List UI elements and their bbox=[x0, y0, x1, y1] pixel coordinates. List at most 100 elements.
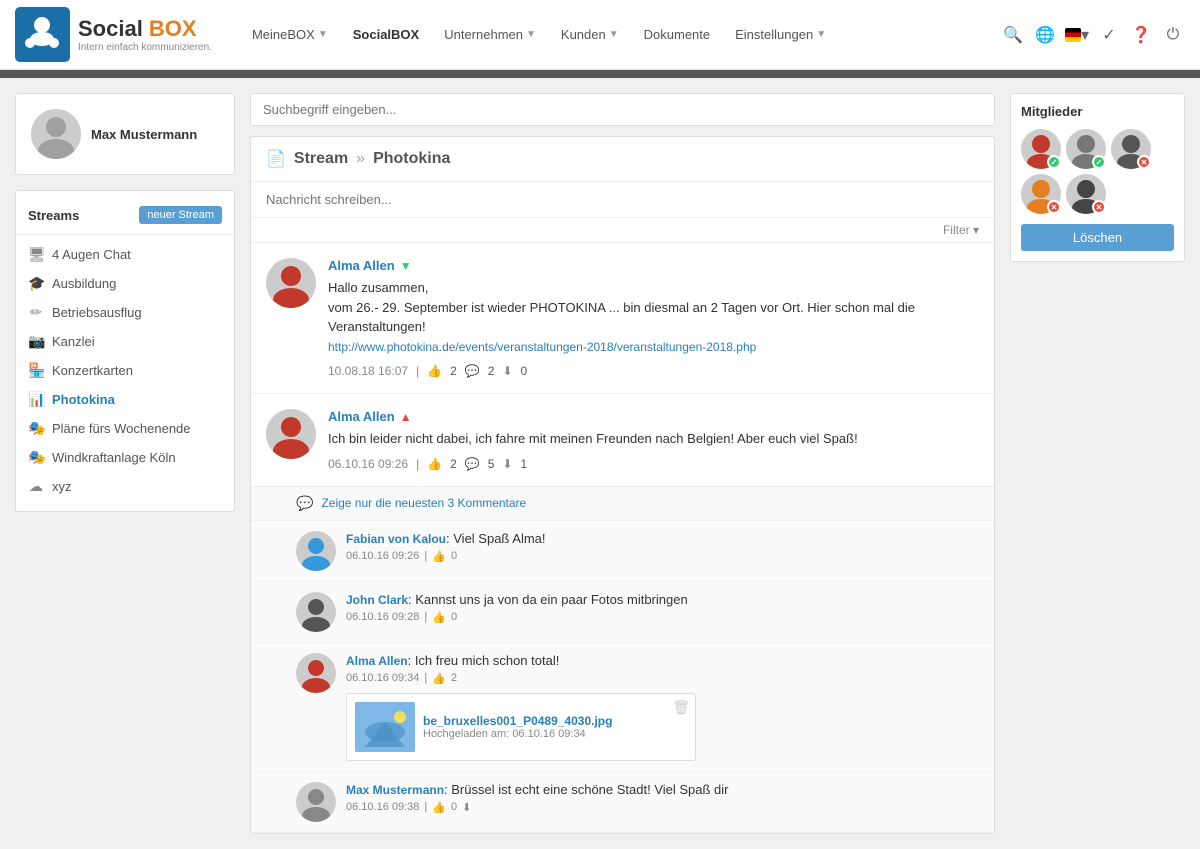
comment-like-icon-2[interactable]: 👍 bbox=[432, 611, 446, 624]
post-content-2: Alma Allen ▲ Ich bin leider nicht dabei,… bbox=[328, 409, 979, 471]
post-author-1: Alma Allen ▼ bbox=[328, 258, 979, 273]
top-nav: Social BOX Intern einfach kommunizieren.… bbox=[0, 0, 1200, 70]
show-comments-bar[interactable]: 💬 Zeige nur die neuesten 3 Kommentare bbox=[251, 487, 994, 521]
streams-header: Streams neuer Stream bbox=[16, 201, 234, 235]
nav-meinebox[interactable]: MeineBOX ▼ bbox=[242, 19, 338, 50]
brand-name: Social BOX bbox=[78, 16, 212, 42]
flag-icon[interactable]: ▾ bbox=[1065, 23, 1089, 47]
right-panel: Mitglieder ✓ ✓ bbox=[1010, 93, 1185, 834]
logo-text: Social BOX Intern einfach kommunizieren. bbox=[78, 16, 212, 53]
camera-icon: 📷 bbox=[28, 333, 44, 350]
member-3[interactable]: ✕ bbox=[1111, 129, 1151, 169]
breadcrumb-stream: Stream bbox=[294, 150, 348, 168]
comment-avatar-3 bbox=[296, 653, 336, 693]
sidebar-item-4augenchat[interactable]: 🖥 4 Augen Chat bbox=[16, 240, 234, 269]
power-icon[interactable]: ⏻ bbox=[1161, 23, 1185, 47]
filter-bar: Filter ▾ bbox=[251, 218, 994, 243]
member-2[interactable]: ✓ bbox=[1066, 129, 1106, 169]
comment-body-2: John Clark: Kannst uns ja von da ein paa… bbox=[346, 592, 979, 632]
post-link-1[interactable]: http://www.photokina.de/events/veranstal… bbox=[328, 340, 756, 354]
sidebar-item-wochenende[interactable]: 🎭 Pläne fürs Wochenende bbox=[16, 414, 234, 443]
download-icon-1[interactable]: ⬇ bbox=[502, 364, 512, 378]
comment-like-icon-1[interactable]: 👍 bbox=[432, 550, 446, 563]
member-1[interactable]: ✓ bbox=[1021, 129, 1061, 169]
post-avatar-1 bbox=[266, 258, 316, 308]
search-input[interactable] bbox=[250, 93, 995, 126]
graduation-icon: 🎓 bbox=[28, 275, 44, 292]
member-badge-3: ✕ bbox=[1137, 155, 1151, 169]
member-badge-4: ✕ bbox=[1047, 200, 1061, 214]
nav-arrow-3: ▼ bbox=[609, 29, 619, 40]
main-layout: Max Mustermann Streams neuer Stream 🖥 4 … bbox=[0, 78, 1200, 849]
nav-einstellungen[interactable]: Einstellungen ▼ bbox=[725, 19, 836, 50]
sidebar-item-photokina[interactable]: 📊 Photokina bbox=[16, 385, 234, 414]
nav-dokumente[interactable]: Dokumente bbox=[634, 19, 720, 50]
comment-body-1: Fabian von Kalou: Viel Spaß Alma! 06.10.… bbox=[346, 531, 979, 571]
nav-arrow-4: ▼ bbox=[816, 29, 826, 40]
members-title: Mitglieder bbox=[1021, 104, 1174, 119]
comment-icon-1[interactable]: 💬 bbox=[465, 364, 480, 378]
help-icon[interactable]: ❓ bbox=[1129, 23, 1153, 47]
nav-unternehmen[interactable]: Unternehmen ▼ bbox=[434, 19, 546, 50]
cloud-icon: ☁ bbox=[28, 478, 44, 495]
message-input[interactable] bbox=[266, 192, 979, 207]
like-icon-2[interactable]: 👍 bbox=[427, 457, 442, 471]
nav-links: MeineBOX ▼ SocialBOX Unternehmen ▼ Kunde… bbox=[242, 19, 1001, 50]
post-content-1: Alma Allen ▼ Hallo zusammen, vom 26.- 29… bbox=[328, 258, 979, 378]
comment-2: John Clark: Kannst uns ja von da ein paa… bbox=[251, 582, 994, 643]
top-nav-right: 🔍 🌐 ▾ ✓ ❓ ⏻ bbox=[1001, 23, 1185, 47]
sidebar-item-konzertkarten[interactable]: 🏪 Konzertkarten bbox=[16, 356, 234, 385]
comment-body-3: Alma Allen: Ich freu mich schon total! 0… bbox=[346, 653, 979, 761]
post-meta-1: 10.08.18 16:07 | 👍 2 💬 2 ⬇ 0 bbox=[328, 364, 979, 378]
globe-icon[interactable]: 🌐 bbox=[1033, 23, 1057, 47]
theater-icon: 🎭 bbox=[28, 420, 44, 437]
download-icon-max[interactable]: ⬇ bbox=[462, 801, 471, 814]
delete-button[interactable]: Löschen bbox=[1021, 224, 1174, 251]
nav-socialbox[interactable]: SocialBOX bbox=[343, 19, 429, 50]
nav-kunden[interactable]: Kunden ▼ bbox=[551, 19, 629, 50]
streams-title: Streams bbox=[28, 208, 79, 223]
comment-like-icon-3[interactable]: 👍 bbox=[432, 672, 446, 685]
file-delete-icon[interactable]: 🗑 bbox=[672, 699, 690, 716]
like-icon-1[interactable]: 👍 bbox=[427, 364, 442, 378]
download-icon-2[interactable]: ⬇ bbox=[502, 457, 512, 471]
nav-arrow-2: ▼ bbox=[526, 29, 536, 40]
user-card: Max Mustermann bbox=[15, 93, 235, 175]
member-badge-2: ✓ bbox=[1092, 155, 1106, 169]
logo-icon bbox=[15, 7, 70, 62]
member-badge-1: ✓ bbox=[1047, 155, 1061, 169]
sidebar-item-xyz[interactable]: ☁ xyz bbox=[16, 472, 234, 501]
status-check-icon[interactable]: ✓ bbox=[1097, 23, 1121, 47]
monitor-icon: 🖥 bbox=[28, 246, 44, 263]
comment-meta-1: 06.10.16 09:26 | 👍 0 bbox=[346, 550, 979, 563]
chart-icon: 📊 bbox=[28, 391, 44, 408]
message-input-area bbox=[251, 182, 994, 218]
post-author-2: Alma Allen ▲ bbox=[328, 409, 979, 424]
sidebar-item-betriebsausflug[interactable]: ✏ Betriebsausflug bbox=[16, 298, 234, 327]
avatar bbox=[31, 109, 81, 159]
breadcrumb-sub: Photokina bbox=[373, 150, 450, 168]
document-icon: 📄 bbox=[266, 149, 286, 169]
member-badge-5: ✕ bbox=[1092, 200, 1106, 214]
sidebar-item-ausbildung[interactable]: 🎓 Ausbildung bbox=[16, 269, 234, 298]
new-stream-button[interactable]: neuer Stream bbox=[139, 206, 222, 224]
members-panel: Mitglieder ✓ ✓ bbox=[1010, 93, 1185, 262]
comment-avatar-max bbox=[296, 782, 336, 822]
comment-like-icon-max[interactable]: 👍 bbox=[432, 801, 446, 814]
sidebar-item-kanzlei[interactable]: 📷 Kanzlei bbox=[16, 327, 234, 356]
comment-meta-max: 06.10.16 09:38 | 👍 0 ⬇ bbox=[346, 801, 979, 814]
comment-avatar-1 bbox=[296, 531, 336, 571]
filter-label[interactable]: Filter ▾ bbox=[943, 223, 979, 237]
sidebar-item-windkraft[interactable]: 🎭 Windkraftanlage Köln bbox=[16, 443, 234, 472]
member-5[interactable]: ✕ bbox=[1066, 174, 1106, 214]
member-4[interactable]: ✕ bbox=[1021, 174, 1061, 214]
content-area: 📄 Stream » Photokina Filter ▾ A bbox=[250, 93, 995, 834]
dark-bar bbox=[0, 70, 1200, 78]
user-name: Max Mustermann bbox=[91, 127, 197, 142]
pencil-icon: ✏ bbox=[28, 304, 44, 321]
content-panel: 📄 Stream » Photokina Filter ▾ A bbox=[250, 136, 995, 834]
search-icon[interactable]: 🔍 bbox=[1001, 23, 1025, 47]
comment-icon-2[interactable]: 💬 bbox=[465, 457, 480, 471]
file-attachment: be_bruxelles001_P0489_4030.jpg Hochgelad… bbox=[346, 693, 696, 761]
file-thumbnail bbox=[355, 702, 415, 752]
